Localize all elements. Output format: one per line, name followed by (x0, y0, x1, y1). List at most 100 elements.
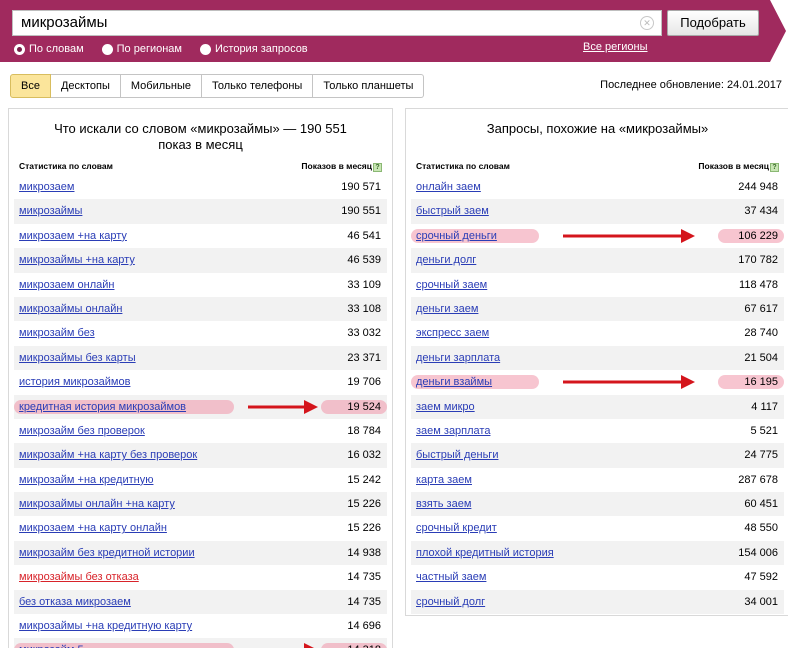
red-arrow-icon (563, 375, 695, 390)
keyword-link[interactable]: микрозайм без (19, 321, 95, 345)
radio-icon[interactable] (101, 43, 113, 55)
column-count-label: Показов в месяц (301, 161, 372, 171)
table-row: микрозаймы онлайн +на карту 15 226 (14, 492, 387, 517)
impressions-count: 14 938 (347, 546, 381, 559)
search-input[interactable]: микрозаймы (12, 10, 662, 36)
impressions-count: 14 735 (347, 571, 381, 584)
keyword-link[interactable]: заем микро (416, 395, 475, 419)
table-row: микрозайм без 33 032 (14, 321, 387, 345)
keyword-link[interactable]: онлайн заем (416, 175, 481, 199)
keyword-link[interactable]: микрозаймы онлайн (19, 297, 122, 321)
left-rows: микрозаем 190 571 микрозаймы 190 551 микроза… (14, 175, 387, 648)
column-count-label: Показов в месяц (698, 161, 769, 171)
impressions-count: 4 117 (751, 400, 778, 413)
keyword-link[interactable]: микрозаймы без карты (19, 346, 136, 370)
impressions-count: 60 451 (744, 498, 778, 511)
keyword-link[interactable]: микрозайм без кредитной истории (19, 541, 195, 565)
keyword-link[interactable]: карта заем (416, 468, 472, 492)
table-row: частный заем 47 592 (411, 565, 784, 589)
table-row: микрозаем 190 571 (14, 175, 387, 199)
keyword-link[interactable]: история микрозаймов (19, 370, 130, 394)
keyword-link[interactable]: микрозаймы +на карту (19, 248, 135, 272)
tab-mobile[interactable]: Мобильные (120, 74, 202, 98)
impressions-count: 21 504 (744, 351, 778, 364)
keyword-link[interactable]: частный заем (416, 565, 486, 589)
right-panel: Запросы, похожие на «микрозаймы» Статист… (405, 108, 788, 616)
mode-by-regions[interactable]: По регионам (101, 41, 182, 57)
keyword-link[interactable]: срочный долг (416, 590, 485, 614)
submit-button[interactable]: Подобрать (667, 10, 759, 36)
help-icon[interactable]: ? (770, 163, 779, 172)
keyword-link[interactable]: микрозаймы онлайн +на карту (19, 492, 175, 516)
keyword-link[interactable]: микрозаем (19, 175, 74, 199)
table-row: микрозаймы без отказа 14 735 (14, 565, 387, 589)
keyword-link[interactable]: микрозаймы (19, 199, 82, 223)
keyword-link[interactable]: деньги долг (416, 248, 476, 272)
impressions-count: 106 229 (738, 229, 778, 242)
tab-phones-only[interactable]: Только телефоны (201, 74, 314, 98)
keyword-link[interactable]: микрозаем +на карту (19, 224, 127, 248)
mode-history[interactable]: История запросов (200, 41, 308, 57)
table-row: микрозаймы +на кредитную карту 14 696 (14, 614, 387, 638)
keyword-link[interactable]: заем зарплата (416, 419, 490, 443)
column-keyword-header: Статистика по словам (19, 161, 113, 171)
keyword-link[interactable]: без отказа микрозаем (19, 590, 131, 614)
tab-desktops[interactable]: Десктопы (50, 74, 121, 98)
keyword-link[interactable]: экспресс заем (416, 321, 489, 345)
device-tabs: Все Десктопы Мобильные Только телефоны Т… (10, 74, 425, 98)
impressions-count: 14 696 (347, 620, 381, 633)
mode-label: По словам (29, 43, 84, 55)
keyword-link[interactable]: деньги зарплата (416, 346, 500, 370)
keyword-link[interactable]: срочный кредит (416, 516, 497, 540)
impressions-count: 67 617 (744, 302, 778, 315)
keyword-link[interactable]: микрозаем +на карту онлайн (19, 516, 167, 540)
impressions-count: 118 478 (739, 278, 778, 291)
table-row: онлайн заем 244 948 (411, 175, 784, 199)
help-icon[interactable]: ? (373, 163, 382, 172)
panel-title: Запросы, похожие на «микрозаймы» (406, 109, 788, 155)
table-row: заем зарплата 5 521 (411, 419, 784, 443)
impressions-count: 33 109 (347, 278, 381, 291)
table-row: микрозаймы без карты 23 371 (14, 345, 387, 371)
column-header: Статистика по словам Показов в месяц? (406, 161, 788, 175)
radio-icon[interactable] (200, 43, 211, 55)
clear-icon[interactable]: ✕ (640, 16, 654, 30)
all-regions-link[interactable]: Все регионы (583, 41, 648, 53)
mode-label: История запросов (215, 43, 308, 55)
keyword-link[interactable]: кредитная история микрозаймов (19, 395, 186, 419)
table-row: микрозаймы +на карту 46 539 (14, 248, 387, 273)
right-rows: онлайн заем 244 948 быстрый заем 37 434 сроч… (411, 175, 784, 615)
keyword-link[interactable]: микрозайм +на кредитную (19, 468, 153, 492)
keyword-link[interactable]: микрозаем онлайн (19, 273, 114, 297)
keyword-link[interactable]: быстрый заем (416, 199, 489, 223)
panel-title: Что искали со словом «микрозаймы» — 190 … (9, 109, 392, 155)
red-arrow-icon (563, 228, 695, 243)
impressions-count: 15 242 (347, 473, 381, 486)
keyword-link[interactable]: микрозайм 5 (19, 638, 84, 648)
table-row: микрозаем +на карту онлайн 15 226 (14, 516, 387, 540)
keyword-link[interactable]: взять заем (416, 492, 471, 516)
impressions-count: 34 001 (744, 595, 778, 608)
tab-all[interactable]: Все (10, 74, 51, 98)
keyword-link[interactable]: быстрый деньги (416, 443, 498, 467)
keyword-link[interactable]: плохой кредитный история (416, 541, 554, 565)
table-row: микрозайм без проверок 18 784 (14, 419, 387, 443)
radio-icon[interactable] (14, 43, 25, 55)
keyword-link[interactable]: деньги заем (416, 297, 478, 321)
table-row: деньги долг 170 782 (411, 248, 784, 273)
keyword-link[interactable]: микрозайм без проверок (19, 419, 145, 443)
keyword-link[interactable]: срочный заем (416, 273, 487, 297)
table-row: экспресс заем 28 740 (411, 321, 784, 345)
table-row: срочный заем 118 478 (411, 273, 784, 297)
impressions-count: 15 226 (347, 498, 381, 511)
mode-by-words[interactable]: По словам (14, 41, 84, 57)
table-row: микрозаем +на карту 46 541 (14, 224, 387, 248)
keyword-link[interactable]: микрозаймы +на кредитную карту (19, 614, 192, 638)
search-mode-group: По словам По регионам История запросов (14, 41, 326, 57)
keyword-link[interactable]: микрозайм +на карту без проверок (19, 443, 197, 467)
table-row: деньги взаймы 16 195 (411, 370, 784, 394)
keyword-link[interactable]: микрозаймы без отказа (19, 565, 139, 589)
keyword-link[interactable]: деньги взаймы (416, 370, 492, 394)
tab-tablets-only[interactable]: Только планшеты (313, 74, 425, 98)
keyword-link[interactable]: срочный деньги (416, 224, 497, 248)
